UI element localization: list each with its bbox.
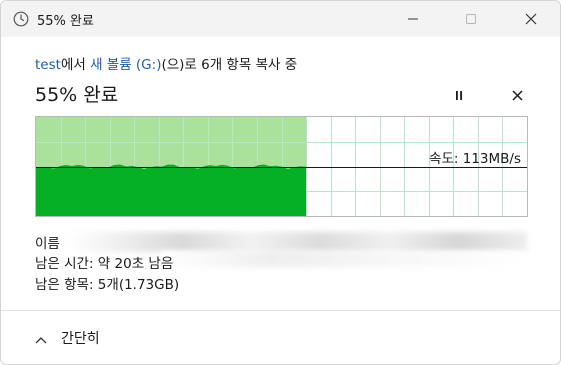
blur-overlay: [161, 251, 527, 267]
close-button[interactable]: [508, 1, 554, 37]
destination-link[interactable]: 새 볼륨 (G:): [90, 57, 161, 73]
copy-description: test에서 새 볼륨 (G:)(으)로 6개 항목 복사 중: [35, 53, 297, 73]
items-remaining: 남은 항목: 5개(1.73GB): [35, 277, 180, 293]
maximize-button: [448, 1, 494, 37]
close-icon: [525, 13, 537, 25]
cancel-button[interactable]: [506, 85, 528, 105]
from-suffix: 에서: [60, 57, 91, 73]
cancel-icon: [511, 86, 523, 105]
title-bar[interactable]: 55% 완료: [1, 1, 560, 37]
collapse-label: 간단히: [61, 331, 100, 347]
window-title: 55% 완료: [37, 14, 94, 29]
to-suffix: (으)로 6개 항목 복사 중: [161, 57, 298, 73]
throughput-area: [36, 164, 306, 216]
minimize-icon: [408, 14, 418, 24]
minimize-button[interactable]: [390, 1, 436, 37]
pause-icon: [453, 86, 465, 105]
file-name-value: [67, 232, 527, 252]
transfer-speed-graph: 속도: 113MB/s: [35, 116, 528, 217]
clock-icon: [13, 11, 29, 27]
progress-title: 55% 완료: [35, 84, 119, 106]
time-remaining: 남은 시간: 약 20초 남음: [35, 256, 174, 272]
pause-button[interactable]: [448, 85, 470, 105]
maximize-icon: [466, 14, 476, 24]
name-label: 이름: [35, 236, 60, 252]
file-copy-dialog: 55% 완료 test에서 새 볼륨 (G:)(으)로 6개 항목 복사 중 5…: [0, 0, 561, 365]
collapse-details-button[interactable]: 간단히: [35, 328, 100, 348]
source-link[interactable]: test: [35, 57, 61, 73]
speed-label: 속도: 113MB/s: [429, 151, 521, 167]
chevron-up-icon: [35, 329, 47, 348]
footer-divider: [1, 310, 560, 311]
